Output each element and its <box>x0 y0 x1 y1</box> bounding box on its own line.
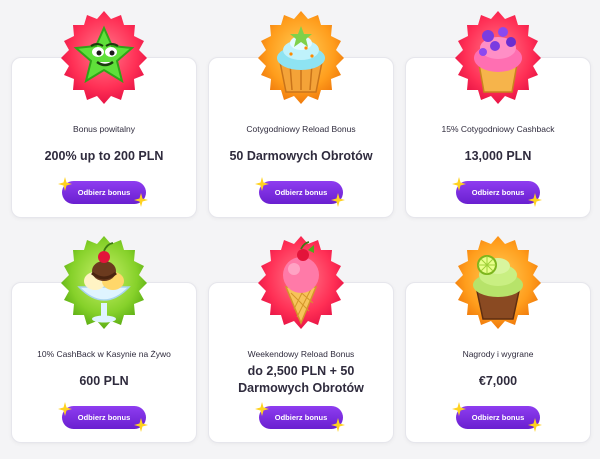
bonus-amount: 50 Darmowych Obrotów <box>229 149 373 163</box>
bonus-amount: 13,000 PLN <box>464 149 532 163</box>
sparkle-icon <box>58 177 72 191</box>
bonus-subtitle: Bonus powitalny <box>73 124 135 134</box>
bonus-subtitle: Cotygodniowy Reload Bonus <box>246 124 356 134</box>
bonus-amount-line1: do 2,500 PLN + 50 <box>247 364 355 378</box>
sparkle-icon <box>331 193 345 207</box>
bonus-subtitle: Nagrody i wygrane <box>462 349 534 359</box>
bonus-amount: 600 PLN <box>79 374 129 388</box>
sparkle-icon <box>255 177 269 191</box>
bonus-amount-line2: Darmowych Obrotów <box>238 381 364 395</box>
bonus-subtitle: 10% CashBack w Kasynie na Żywo <box>37 349 171 359</box>
bonus-subtitle: 15% Cotygodniowy Cashback <box>441 124 555 134</box>
sparkle-icon <box>528 418 542 432</box>
cupcake-icon <box>258 11 344 104</box>
star-character-icon <box>61 11 147 104</box>
bonus-amount: €7,000 <box>478 374 518 388</box>
bonus-subtitle: Weekendowy Reload Bonus <box>247 349 355 359</box>
sparkle-icon <box>528 193 542 207</box>
sparkle-icon <box>331 418 345 432</box>
ice-cream-sundae-icon <box>61 236 147 329</box>
bonus-amount: 200% up to 200 PLN <box>44 149 164 163</box>
sparkle-icon <box>452 402 466 416</box>
sparkle-icon <box>452 177 466 191</box>
lime-cupcake-icon <box>455 236 541 329</box>
berry-cupcake-icon <box>455 11 541 104</box>
sparkle-icon <box>134 193 148 207</box>
sparkle-icon <box>134 418 148 432</box>
sparkle-icon <box>58 402 72 416</box>
ice-cream-cone-icon <box>258 236 344 329</box>
sparkle-icon <box>255 402 269 416</box>
